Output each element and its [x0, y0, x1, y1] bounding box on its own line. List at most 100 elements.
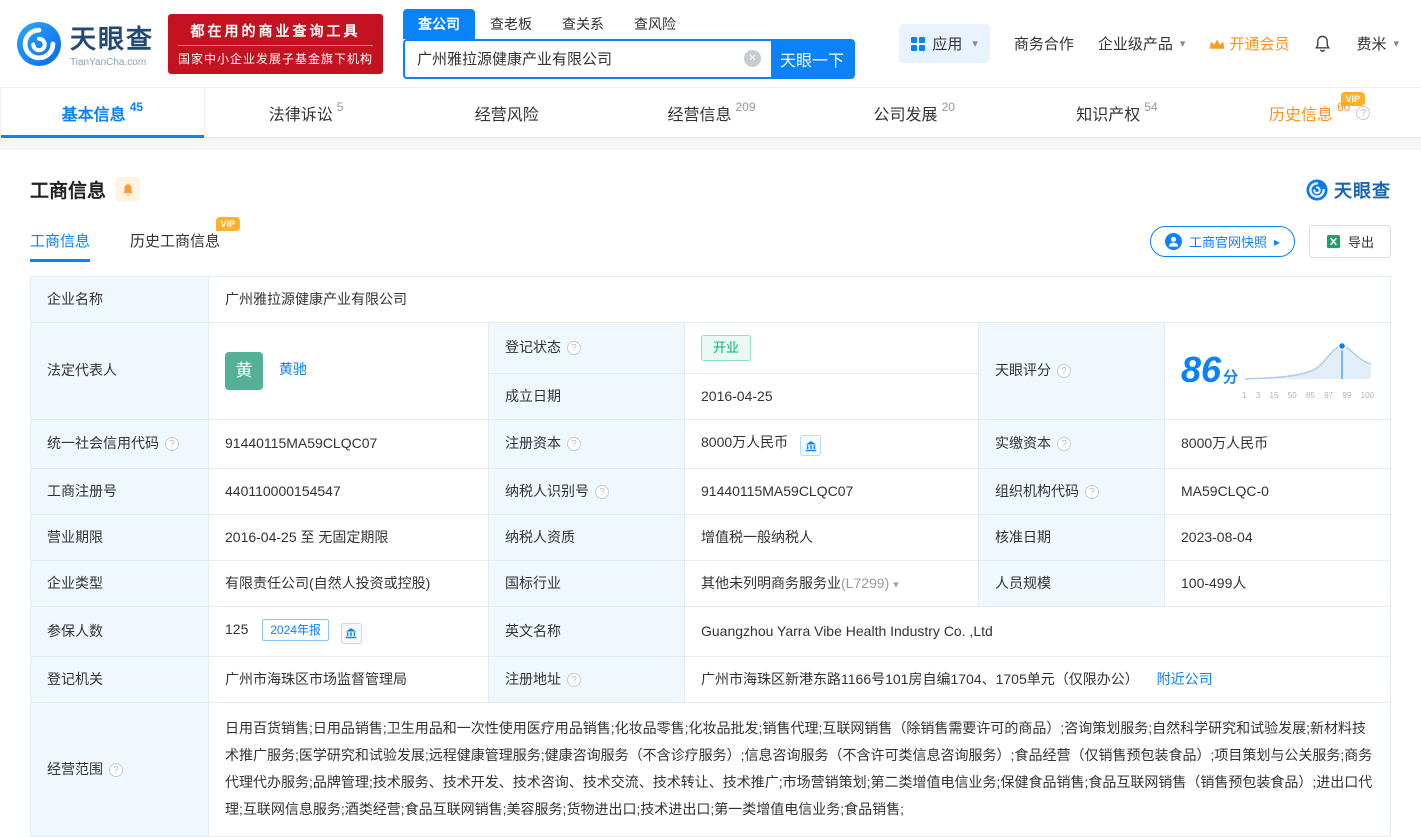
nav-cooperation[interactable]: 商务合作 [1014, 33, 1074, 54]
help-icon[interactable] [567, 341, 581, 356]
apps-menu[interactable]: 应用 [899, 24, 990, 63]
nearby-companies-link[interactable]: 附近公司 [1157, 671, 1213, 687]
user-menu[interactable]: 费米 [1356, 33, 1399, 54]
vip-badge: VIP [215, 217, 241, 231]
chevron-down-icon[interactable] [889, 575, 899, 591]
sparkline-axis-ticks: 1 3 15 50 85 97 99 100 [1242, 391, 1374, 401]
search-tabs: 查公司 查老板 查关系 查风险 [403, 8, 855, 39]
help-icon[interactable] [1356, 105, 1371, 120]
tab-count: 209 [735, 99, 756, 114]
tab-label: 经营信息 [667, 106, 732, 124]
table-row: 营业期限 2016-04-25 至 无固定期限 纳税人资质 增值税一般纳税人 核… [30, 514, 1391, 561]
tianyancha-logo[interactable]: 天眼查 TianYanCha.com [16, 19, 154, 68]
value-org-code: MA59CLQC-0 [1164, 468, 1391, 515]
subtab-business-registration[interactable]: 工商信息 [30, 230, 91, 262]
search-box: 天眼一下 [403, 38, 856, 79]
value-credit-code: 91440115MA59CLQC07 [208, 418, 489, 469]
tab-label: 知识产权 [1076, 106, 1141, 124]
label-industry: 国标行业 [488, 560, 685, 607]
value-registered-address: 广州市海珠区新港东路1166号101房自编1704、1705单元（仅限办公） 附… [684, 655, 1391, 703]
search-input[interactable] [405, 50, 745, 67]
snapshot-person-icon [1164, 233, 1182, 250]
label-paid-capital: 实缴资本 [978, 418, 1165, 469]
enterprise-label: 企业级产品 [1097, 36, 1173, 53]
tianyancha-logo-icon [1306, 178, 1328, 201]
label-english-name: 英文名称 [488, 606, 685, 657]
cooperation-label: 商务合作 [1013, 36, 1074, 53]
label-taxpayer-id: 纳税人识别号 [488, 468, 685, 515]
table-row: 登记机关 广州市海珠区市场监督管理局 注册地址 广州市海珠区新港东路1166号1… [30, 655, 1391, 703]
label-company-name: 企业名称 [30, 276, 209, 323]
tab-history-info[interactable]: VIP 历史信息 60 [1218, 88, 1421, 137]
help-icon[interactable] [567, 437, 581, 452]
score-value: 86 [1181, 349, 1222, 390]
help-icon[interactable] [595, 485, 609, 499]
promo-line2: 国家中小企业发展子基金旗下机构 [178, 44, 374, 67]
company-building-icon[interactable] [340, 622, 362, 644]
brand-domain: TianYanCha.com [70, 57, 147, 68]
notifications-bell-icon[interactable] [1313, 34, 1332, 53]
value-insured-count: 125 2024年报 [208, 606, 489, 657]
label-legal-representative: 法定代表人 [30, 322, 209, 420]
play-arrow-icon [1274, 234, 1280, 249]
search-tab-company[interactable]: 查公司 [403, 8, 476, 39]
tab-label: 经营风险 [474, 106, 539, 124]
tab-basic-info[interactable]: 基本信息 45 [0, 88, 205, 138]
subtab-history-registration[interactable]: 历史工商信息 VIP [130, 217, 241, 262]
help-icon[interactable] [1057, 364, 1071, 379]
label-company-type: 企业类型 [30, 560, 209, 607]
value-approval-date: 2023-08-04 [1164, 514, 1391, 561]
help-icon[interactable] [165, 437, 179, 452]
company-tabs: 基本信息 45 法律诉讼 5 经营风险 经营信息 209 公司发展 20 知识产… [0, 88, 1421, 138]
label-org-code: 组织机构代码 [978, 468, 1165, 515]
help-icon[interactable] [1057, 437, 1071, 452]
subtab-row: 工商信息 历史工商信息 VIP 工商官网快照 ▸ 导出 [30, 217, 1391, 262]
value-business-scope: 日用百货销售;日用品销售;卫生用品和一次性使用医疗用品销售;化妆品零售;化妆品批… [208, 701, 1391, 837]
export-button[interactable]: 导出 [1308, 225, 1391, 258]
clear-search-icon[interactable] [744, 50, 762, 67]
value-taxpayer-quality: 增值税一般纳税人 [684, 514, 979, 561]
apps-grid-icon [911, 36, 926, 51]
tab-label: 历史信息 [1268, 106, 1333, 124]
tab-operating-risk[interactable]: 经营风险 [407, 88, 610, 137]
tab-label: 基本信息 [61, 106, 126, 124]
tab-count: 20 [941, 99, 955, 114]
tab-intellectual-property[interactable]: 知识产权 54 [1016, 88, 1219, 137]
help-icon[interactable] [567, 672, 581, 687]
apps-label: 应用 [932, 36, 963, 53]
tianyancha-watermark: 天眼查 [1306, 177, 1391, 203]
search-tab-relation[interactable]: 查关系 [547, 9, 619, 39]
search-tab-risk[interactable]: 查风险 [619, 9, 691, 39]
nav-enterprise-products[interactable]: 企业级产品 [1098, 33, 1186, 54]
help-icon[interactable] [109, 762, 123, 777]
annual-report-badge[interactable]: 2024年报 [262, 619, 329, 641]
label-approval-date: 核准日期 [978, 514, 1165, 561]
help-icon[interactable] [1085, 485, 1099, 499]
table-row: 法定代表人 黄 黄驰 登记状态 开业 天眼评分 86分 [30, 322, 1391, 420]
label-registered-address: 注册地址 [488, 655, 685, 703]
search-area: 查公司 查老板 查关系 查风险 天眼一下 [403, 8, 856, 79]
legal-rep-avatar[interactable]: 黄 [225, 351, 263, 390]
promo-line1: 都在用的商业查询工具 [190, 22, 361, 39]
tab-count: 54 [1144, 99, 1158, 114]
value-legal-representative: 黄 黄驰 [208, 322, 489, 420]
value-company-type: 有限责任公司(自然人投资或控股) [208, 560, 489, 607]
section-header: 工商信息 天眼查 [30, 176, 1391, 203]
value-registration-number: 440110000154547 [208, 468, 489, 515]
nav-open-vip[interactable]: 开通会员 [1209, 33, 1289, 54]
snapshot-label: 工商官网快照 [1188, 235, 1267, 250]
label-tianyan-score: 天眼评分 [978, 322, 1165, 420]
tab-company-development[interactable]: 公司发展 20 [813, 88, 1016, 137]
capital-record-icon[interactable] [800, 435, 822, 456]
subtab-label: 历史工商信息 [130, 233, 221, 250]
industry-code: (L7299) [841, 575, 890, 591]
tab-business-info[interactable]: 经营信息 209 [610, 88, 813, 137]
score-number[interactable]: 86 分 [1181, 352, 1238, 390]
tab-legal-litigation[interactable]: 法律诉讼 5 [205, 88, 408, 137]
search-button[interactable]: 天眼一下 [771, 40, 854, 77]
search-tab-boss[interactable]: 查老板 [475, 9, 547, 39]
official-snapshot-button[interactable]: 工商官网快照 [1149, 226, 1295, 257]
subscribe-bell-icon[interactable] [115, 177, 141, 202]
logo-text: 天眼查 TianYanCha.com [70, 19, 154, 68]
legal-rep-link[interactable]: 黄驰 [279, 361, 307, 377]
